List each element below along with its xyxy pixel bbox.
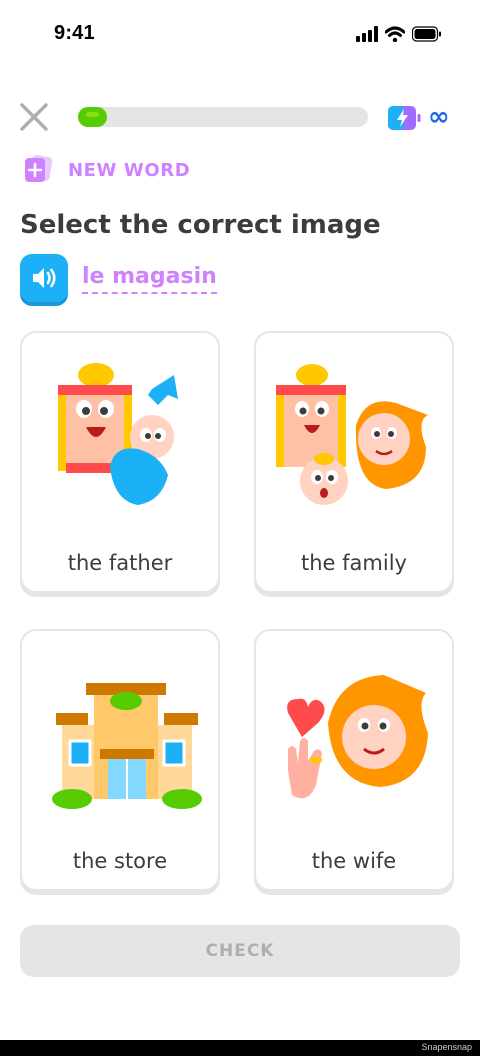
father-illustration	[58, 363, 178, 505]
option-card-family[interactable]: the family	[254, 331, 454, 593]
energy-icon	[388, 106, 421, 130]
option-card-father[interactable]: the father	[20, 331, 220, 593]
option-label: the wife	[311, 849, 397, 873]
option-label: the store	[72, 849, 168, 873]
check-button[interactable]: CHECK	[20, 925, 460, 977]
option-card-wife[interactable]: the wife	[254, 629, 454, 891]
option-label: the family	[301, 551, 407, 575]
infinity-icon: ∞	[428, 102, 450, 132]
progress-fill	[78, 107, 107, 127]
bottom-strip	[0, 1040, 480, 1056]
target-word[interactable]: le magasin	[82, 264, 217, 294]
new-word-icon	[25, 155, 53, 182]
status-time: 9:41	[54, 22, 95, 44]
progress-bar	[78, 107, 368, 127]
close-icon[interactable]	[18, 101, 50, 133]
option-card-store[interactable]: the store	[20, 629, 220, 891]
wifi-icon	[385, 26, 405, 42]
speaker-button[interactable]	[20, 254, 68, 302]
new-word-label: NEW WORD	[68, 160, 191, 181]
speaker-icon	[33, 268, 56, 288]
signal-icon	[356, 26, 378, 42]
battery-icon	[412, 26, 441, 42]
option-label: the father	[67, 551, 173, 575]
wife-illustration	[287, 675, 428, 799]
store-illustration	[52, 683, 202, 809]
family-illustration	[276, 364, 428, 505]
page-title: Select the correct image	[20, 210, 381, 240]
watermark: Snapensnap	[421, 1042, 472, 1052]
